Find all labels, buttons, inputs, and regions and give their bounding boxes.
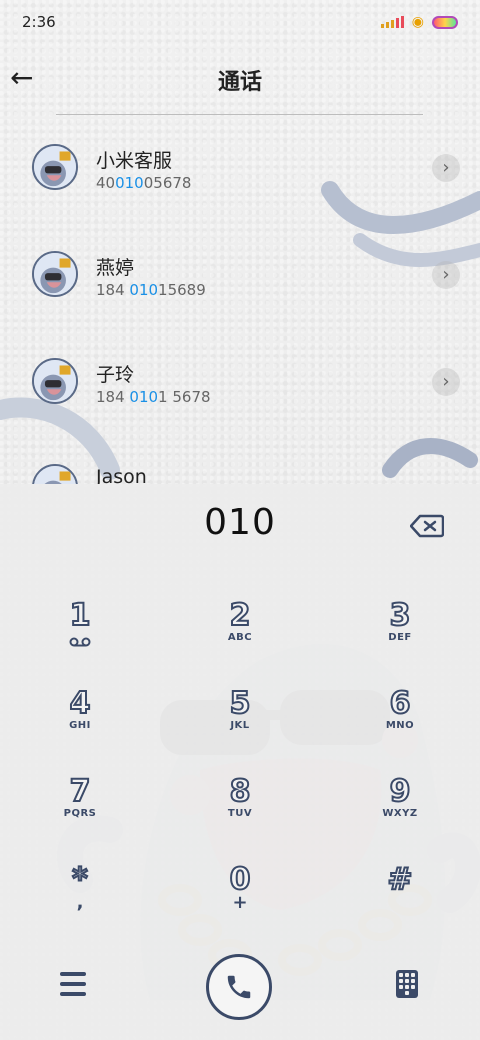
- status-icons: ◉: [380, 14, 458, 30]
- battery-icon: [432, 15, 458, 29]
- key-letters: +: [232, 892, 248, 913]
- contact-name: 子玲: [96, 364, 135, 386]
- dialed-number: 010: [204, 502, 276, 543]
- key-digit: 1: [69, 598, 92, 633]
- chevron-right-icon[interactable]: ›: [432, 261, 460, 289]
- key-digit: 4: [69, 686, 92, 721]
- contact-name: 燕婷: [96, 257, 135, 279]
- key-digit: 6: [389, 686, 412, 721]
- key-letters: ,: [76, 892, 84, 913]
- contact-number: 184 01015689: [96, 281, 206, 299]
- call-button[interactable]: [206, 954, 272, 1020]
- key-digit: 9: [389, 774, 412, 809]
- avatar: [32, 464, 78, 484]
- dial-key-8[interactable]: 8 TUV: [185, 774, 295, 856]
- dial-key-3[interactable]: 3 DEF: [345, 598, 455, 680]
- dial-key-5[interactable]: 5 JKL: [185, 686, 295, 768]
- key-digit: 8: [229, 774, 252, 809]
- back-arrow-icon[interactable]: ←: [10, 64, 38, 92]
- status-time: 2:36: [22, 13, 56, 31]
- key-digit: 2: [229, 598, 252, 633]
- avatar: [32, 358, 78, 404]
- dial-key-6[interactable]: 6 MNO: [345, 686, 455, 768]
- key-letters: GHI: [69, 720, 91, 731]
- key-digit: 3: [389, 598, 412, 633]
- keypad-icon[interactable]: [396, 970, 418, 998]
- status-bar: 2:36 ◉: [0, 0, 480, 44]
- page-title: 通话: [217, 70, 262, 95]
- contact-item[interactable]: Jason: [0, 462, 480, 484]
- dial-key-1[interactable]: 1: [25, 598, 135, 680]
- signal-icon: [380, 16, 404, 28]
- key-letters: ABC: [227, 632, 253, 643]
- contact-number: 4001005678: [96, 174, 192, 192]
- avatar: [32, 251, 78, 297]
- contact-number: 184 0101 5678: [96, 388, 211, 406]
- dial-key-7[interactable]: 7 PQRS: [25, 774, 135, 856]
- voicemail-icon: [69, 637, 91, 647]
- key-letters: PQRS: [63, 808, 97, 819]
- avatar: [32, 144, 78, 190]
- dial-key-0[interactable]: 0 +: [185, 863, 295, 944]
- wifi-icon: ◉: [411, 14, 424, 30]
- dial-key-9[interactable]: 9 WXYZ: [345, 774, 455, 856]
- phone-icon: [227, 975, 251, 999]
- key-letters: MNO: [385, 720, 415, 731]
- contact-name: 小米客服: [96, 150, 173, 172]
- key-digit: 7: [69, 774, 92, 809]
- contact-item[interactable]: 燕婷 184 01015689 ›: [0, 249, 480, 339]
- dial-key-star[interactable]: * ,: [25, 863, 135, 944]
- key-digit: 5: [229, 686, 252, 721]
- menu-icon[interactable]: [60, 972, 86, 996]
- key-digit: #: [386, 862, 413, 897]
- dial-key-2[interactable]: 2 ABC: [185, 598, 295, 680]
- chevron-right-icon[interactable]: ›: [432, 368, 460, 396]
- key-letters: WXYZ: [382, 808, 418, 819]
- key-letters: DEF: [388, 632, 412, 643]
- contact-item[interactable]: 小米客服 4001005678 ›: [0, 142, 480, 232]
- contact-list[interactable]: 小米客服 4001005678 › 燕婷 184 01015689 › 子玲 1…: [0, 124, 480, 484]
- header-divider: [56, 114, 423, 115]
- key-letters: TUV: [227, 808, 253, 819]
- dial-key-hash[interactable]: #: [345, 862, 455, 944]
- contact-name: Jason: [96, 466, 147, 484]
- key-letters: JKL: [230, 720, 250, 731]
- chevron-right-icon[interactable]: ›: [432, 154, 460, 182]
- header: ← 通话: [0, 50, 480, 110]
- contact-item[interactable]: 子玲 184 0101 5678 ›: [0, 356, 480, 446]
- dial-key-4[interactable]: 4 GHI: [25, 686, 135, 768]
- backspace-icon[interactable]: [410, 514, 444, 538]
